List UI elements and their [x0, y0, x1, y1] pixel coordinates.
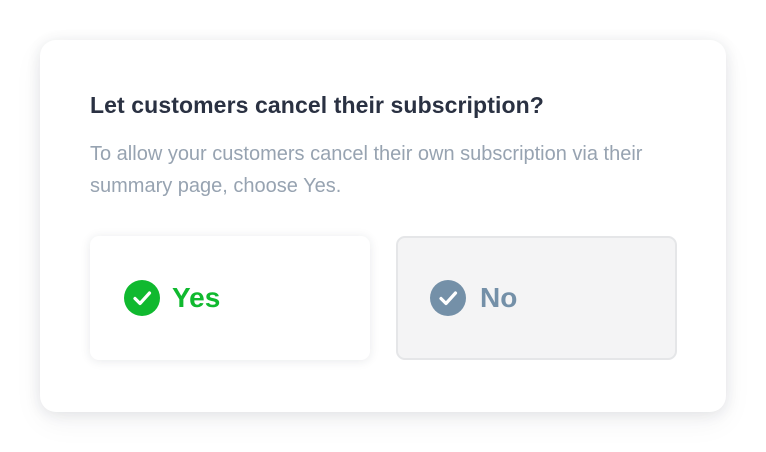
option-no-button[interactable]: No: [396, 236, 677, 360]
check-circle-icon: [124, 280, 160, 316]
question-description: To allow your customers cancel their own…: [90, 143, 643, 197]
check-circle-icon: [430, 280, 466, 316]
option-yes-label: Yes: [172, 282, 221, 313]
option-yes-button[interactable]: Yes: [90, 236, 370, 360]
settings-card: Let customers cancel their subscription?…: [40, 40, 726, 412]
option-no-label: No: [480, 282, 518, 313]
question-title: Let customers cancel their subscription?: [90, 92, 544, 118]
